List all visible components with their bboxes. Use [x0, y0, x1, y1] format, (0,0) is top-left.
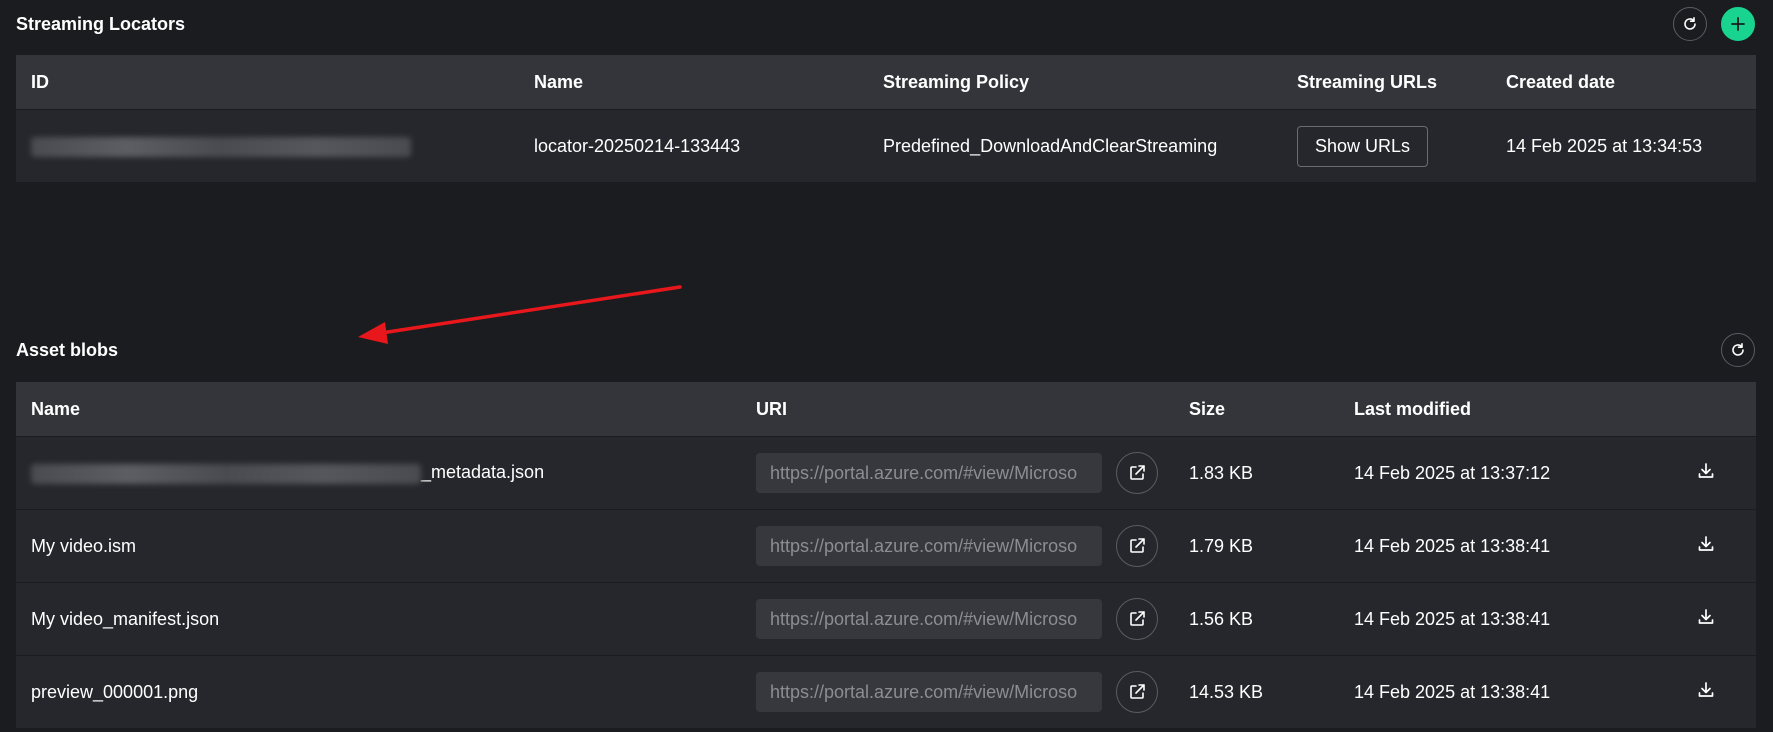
uri-group — [756, 525, 1174, 567]
external-link-icon — [1130, 684, 1145, 699]
streaming-locators-table: ID Name Streaming Policy Streaming URLs … — [16, 55, 1756, 182]
refresh-icon — [1732, 343, 1744, 356]
show-urls-button[interactable]: Show URLs — [1297, 125, 1429, 167]
download-cell — [1681, 436, 1756, 510]
plus-icon — [1731, 17, 1745, 31]
blob-name: My video_manifest.json — [16, 582, 741, 656]
blob-name: My video.ism — [16, 509, 741, 583]
blob-name: _metadata.json — [421, 462, 545, 483]
blob-size: 1.56 KB — [1174, 582, 1339, 656]
download-icon — [1698, 608, 1714, 624]
uri-field[interactable] — [756, 526, 1102, 566]
uri-group — [756, 671, 1174, 713]
table-row: My video_manifest.json 1.56 KB 14 Feb 20… — [16, 582, 1756, 656]
column-header-id: ID — [16, 55, 519, 110]
external-link-icon — [1130, 611, 1145, 626]
table-row: preview_000001.png 14.53 KB 14 Feb 2025 … — [16, 655, 1756, 728]
blob-uri-cell — [741, 509, 1174, 583]
blob-uri-cell — [741, 436, 1174, 510]
download-button[interactable] — [1696, 607, 1716, 627]
column-header-uri: URI — [741, 382, 1174, 437]
table-row: _metadata.json 1.83 KB 14 Feb 2025 at 13… — [16, 436, 1756, 510]
open-uri-button[interactable] — [1116, 671, 1158, 713]
download-cell — [1681, 582, 1756, 656]
streaming-locators-title: Streaming Locators — [16, 13, 186, 34]
download-cell — [1681, 655, 1756, 728]
open-uri-button[interactable] — [1116, 525, 1158, 567]
blob-uri-cell — [741, 582, 1174, 656]
streaming-locators-actions — [1673, 7, 1755, 41]
blob-name-cell: _metadata.json — [16, 436, 741, 510]
blob-last-modified: 14 Feb 2025 at 13:38:41 — [1339, 582, 1681, 656]
redacted-filename-prefix — [31, 463, 421, 484]
column-header-created-date: Created date — [1491, 55, 1756, 110]
download-icon — [1698, 681, 1714, 697]
download-cell — [1681, 509, 1756, 583]
uri-group — [756, 598, 1174, 640]
blob-uri-cell — [741, 655, 1174, 728]
column-header-streaming-policy: Streaming Policy — [868, 55, 1282, 110]
refresh-blobs-button[interactable] — [1721, 333, 1755, 367]
locator-policy: Predefined_DownloadAndClearStreaming — [868, 109, 1282, 182]
blob-size: 1.79 KB — [1174, 509, 1339, 583]
streaming-urls-cell: Show URLs — [1282, 109, 1491, 182]
locator-created-date: 14 Feb 2025 at 13:34:53 — [1491, 109, 1756, 182]
blob-name: preview_000001.png — [16, 655, 741, 728]
column-header-size: Size — [1174, 382, 1339, 437]
open-uri-button[interactable] — [1116, 598, 1158, 640]
add-locator-button[interactable] — [1721, 7, 1755, 41]
download-button[interactable] — [1696, 461, 1716, 481]
blob-last-modified: 14 Feb 2025 at 13:38:41 — [1339, 509, 1681, 583]
download-icon — [1698, 462, 1714, 478]
refresh-icon — [1684, 17, 1696, 30]
locator-name: locator-20250214-133443 — [519, 109, 868, 182]
blob-size: 14.53 KB — [1174, 655, 1339, 728]
blob-last-modified: 14 Feb 2025 at 13:38:41 — [1339, 655, 1681, 728]
download-button[interactable] — [1696, 534, 1716, 554]
asset-blobs-actions — [1721, 333, 1755, 367]
uri-field[interactable] — [756, 672, 1102, 712]
column-header-streaming-urls: Streaming URLs — [1282, 55, 1491, 110]
external-link-icon — [1130, 538, 1145, 553]
asset-blobs-title: Asset blobs — [16, 339, 119, 360]
blob-size: 1.83 KB — [1174, 436, 1339, 510]
column-header-actions — [1681, 382, 1756, 437]
download-button[interactable] — [1696, 680, 1716, 700]
table-row: My video.ism 1.79 KB 14 Feb 2025 at 13:3… — [16, 509, 1756, 583]
download-icon — [1698, 535, 1714, 551]
table-header-row: Name URI Size Last modified — [16, 382, 1756, 437]
column-header-name: Name — [519, 55, 868, 110]
table-row: locator-20250214-133443 Predefined_Downl… — [16, 109, 1756, 182]
asset-blobs-header: Asset blobs — [16, 332, 1755, 368]
blob-last-modified: 14 Feb 2025 at 13:37:12 — [1339, 436, 1681, 510]
redacted-id — [31, 136, 411, 157]
uri-field[interactable] — [756, 453, 1102, 493]
open-uri-button[interactable] — [1116, 452, 1158, 494]
column-header-name: Name — [16, 382, 741, 437]
refresh-locators-button[interactable] — [1673, 7, 1707, 41]
streaming-locators-header: Streaming Locators — [16, 6, 1755, 42]
asset-blobs-table: Name URI Size Last modified _metadata.js… — [16, 382, 1756, 728]
uri-field[interactable] — [756, 599, 1102, 639]
table-header-row: ID Name Streaming Policy Streaming URLs … — [16, 55, 1756, 110]
column-header-last-modified: Last modified — [1339, 382, 1681, 437]
external-link-icon — [1130, 465, 1145, 480]
uri-group — [756, 452, 1174, 494]
locator-id-cell — [16, 109, 519, 182]
